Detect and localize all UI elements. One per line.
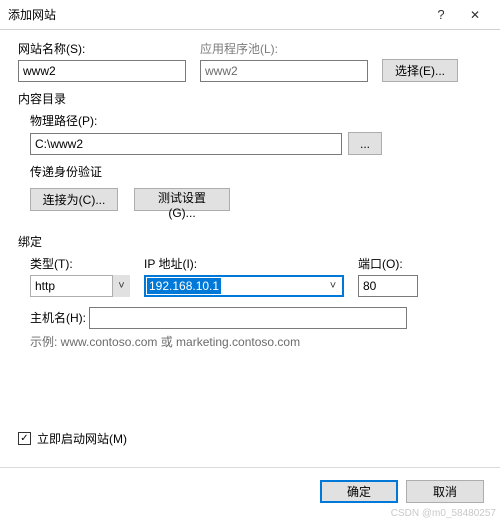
title-bar: 添加网站 xyxy=(0,0,500,30)
ip-address-select[interactable]: 192.168.10.1 xyxy=(144,275,344,297)
watermark-text: CSDN @m0_58480257 xyxy=(391,508,496,519)
dialog-body: 网站名称(S): 应用程序池(L): 选择(E)... 内容目录 物理路径(P)… xyxy=(0,30,500,467)
ip-address-value: 192.168.10.1 xyxy=(147,278,221,294)
physical-path-input[interactable] xyxy=(30,133,342,155)
app-pool-input xyxy=(200,60,368,82)
port-label: 端口(O): xyxy=(358,255,418,272)
type-label: 类型(T): xyxy=(30,255,130,272)
window-title: 添加网站 xyxy=(8,6,424,23)
app-pool-label: 应用程序池(L): xyxy=(200,40,368,57)
physical-path-label: 物理路径(P): xyxy=(30,112,97,129)
chevron-down-icon xyxy=(112,275,130,297)
start-now-checkbox[interactable] xyxy=(18,432,31,445)
browse-path-button[interactable]: ... xyxy=(348,132,382,155)
help-button[interactable] xyxy=(424,3,458,27)
site-name-input[interactable] xyxy=(18,60,186,82)
cancel-button[interactable]: 取消 xyxy=(406,480,484,503)
type-select[interactable] xyxy=(30,275,130,297)
connect-as-button[interactable]: 连接为(C)... xyxy=(30,188,118,211)
select-app-pool-button[interactable]: 选择(E)... xyxy=(382,59,458,82)
site-name-label: 网站名称(S): xyxy=(18,40,186,57)
chevron-down-icon xyxy=(324,277,342,295)
start-now-label: 立即启动网站(M) xyxy=(37,430,127,447)
test-settings-button[interactable]: 测试设置(G)... xyxy=(134,188,230,211)
pass-auth-title: 传递身份验证 xyxy=(30,163,482,180)
hostname-example: 示例: www.contoso.com 或 marketing.contoso.… xyxy=(30,333,482,350)
close-button[interactable] xyxy=(458,3,492,27)
content-dir-title: 内容目录 xyxy=(18,90,482,107)
binding-title: 绑定 xyxy=(18,233,482,250)
ok-button[interactable]: 确定 xyxy=(320,480,398,503)
hostname-input[interactable] xyxy=(89,307,407,329)
port-input[interactable] xyxy=(358,275,418,297)
hostname-label: 主机名(H): xyxy=(30,309,86,326)
ip-label: IP 地址(I): xyxy=(144,255,344,272)
